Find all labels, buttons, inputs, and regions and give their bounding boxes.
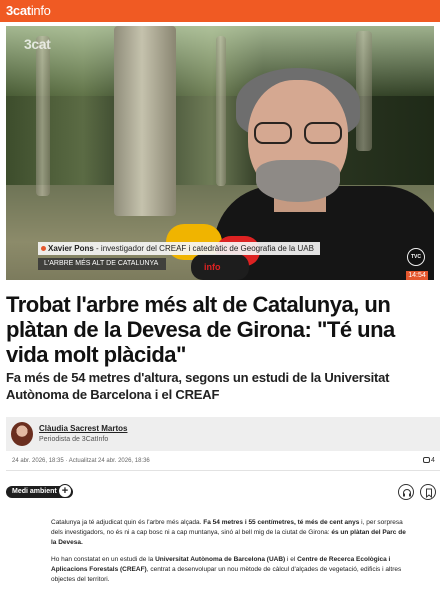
interviewee-beard [256,160,340,202]
comment-icon [423,457,430,463]
paragraph-bold-run: Fa 54 metres i 55 centímetres, té més de… [203,519,360,526]
comments-count: 4 [431,457,435,464]
paragraph-run: Ho han constatat en un estudi de la [51,556,156,563]
video-time: 14:54 [406,271,428,280]
channel-badge: TVC [407,248,425,266]
avatar[interactable] [11,422,33,446]
article-headline: Trobat l'arbre més alt de Catalunya, un … [6,292,395,367]
top-bar: 3catinfo [0,0,440,22]
brand-logo-main: 3cat [6,3,31,18]
brand-logo-suffix: info [30,3,51,18]
tree-trunk [36,36,50,196]
lower-third-name: Xavier Pons - investigador del CREAF i c… [38,242,320,255]
interviewee-glasses [254,122,346,144]
video-player[interactable]: info 3cat Xavier Pons - investigador del… [6,26,434,280]
paragraph-bold-run: Universitat Autònoma de Barcelona (UAB) [155,556,286,563]
brand-logo[interactable]: 3catinfo [6,3,51,18]
paragraph-run: Catalunya ja té adjudicat quin és l'arbr… [51,519,204,526]
article-paragraph: Catalunya ja té adjudicat quin és l'arbr… [51,518,411,548]
caption-name: Xavier Pons [48,244,94,253]
microphone-label: info [204,262,221,272]
divider [6,470,440,471]
lower-third-dot [41,246,46,251]
comments-link[interactable]: 4 [423,457,435,464]
publish-dates: 24 abr. 2026, 18:35 · Actualitzat 24 abr… [12,458,150,464]
paragraph-run: i el [285,556,298,563]
follow-topic-button[interactable]: + [58,484,72,498]
author-name[interactable]: Clàudia Sacrest Martos [39,424,127,433]
save-button[interactable] [420,484,436,500]
lower-third-topic: L'ARBRE MÉS ALT DE CATALUNYA [38,258,167,270]
article-paragraph: Ho han constatat en un estudi de la Univ… [51,555,411,585]
author-box: Clàudia Sacrest Martos Periodista de 3Ca… [6,417,440,451]
video-watermark: 3cat [24,36,51,52]
caption-role: - investigador del CREAF i catedràtic de… [93,244,314,253]
tree-trunk [114,26,176,216]
listen-button[interactable] [398,484,414,500]
bookmark-icon [426,488,432,498]
article-subtitle: Fa més de 54 metres d'altura, segons un … [6,370,390,402]
headphones-icon [403,489,411,497]
author-role: Periodista de 3CatInfo [39,436,109,443]
